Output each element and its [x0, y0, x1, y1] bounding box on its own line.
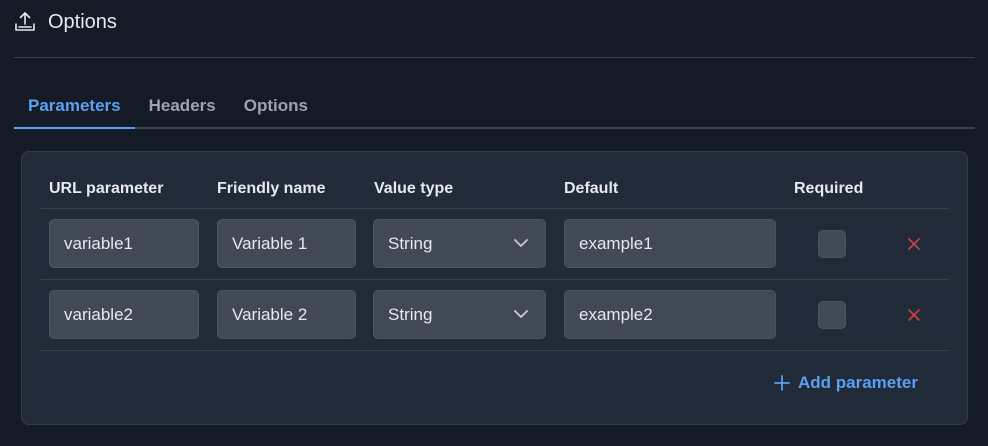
divider [41, 208, 949, 209]
divider [41, 279, 949, 280]
column-header-url-parameter: URL parameter [49, 180, 164, 197]
delete-row-icon[interactable] [907, 308, 921, 322]
value-type-select[interactable]: String [373, 219, 546, 268]
value-type-select[interactable]: String [373, 290, 546, 339]
url-parameter-input[interactable]: variable1 [49, 219, 199, 268]
tab-options[interactable]: Options [230, 88, 322, 129]
chevron-down-icon [514, 310, 528, 318]
page-header: Options [14, 8, 975, 58]
column-header-friendly-name: Friendly name [217, 180, 326, 197]
column-header-default: Default [564, 180, 619, 197]
plus-icon [774, 375, 790, 391]
column-header-required: Required [794, 180, 864, 197]
add-parameter-label: Add parameter [798, 373, 918, 392]
add-parameter-button[interactable]: Add parameter [774, 371, 918, 395]
friendly-name-input[interactable]: Variable 1 [217, 219, 356, 268]
required-checkbox[interactable] [818, 230, 846, 258]
tab-parameters[interactable]: Parameters [14, 88, 135, 129]
parameters-panel: URL parameter Friendly name Value type D… [21, 151, 968, 425]
column-header-value-type: Value type [374, 180, 454, 197]
default-value-input[interactable]: example2 [564, 290, 776, 339]
chevron-down-icon [514, 239, 528, 247]
value-type-value: String [388, 234, 433, 253]
friendly-name-input[interactable]: Variable 2 [217, 290, 356, 339]
divider [41, 350, 949, 351]
url-parameter-input[interactable]: variable2 [49, 290, 199, 339]
tab-headers[interactable]: Headers [135, 88, 230, 129]
tab-bar: Parameters Headers Options [14, 88, 975, 129]
value-type-value: String [388, 305, 433, 324]
delete-row-icon[interactable] [907, 237, 921, 251]
page-title: Options [48, 11, 117, 33]
default-value-input[interactable]: example1 [564, 219, 776, 268]
upload-icon [15, 12, 35, 31]
required-checkbox[interactable] [818, 301, 846, 329]
